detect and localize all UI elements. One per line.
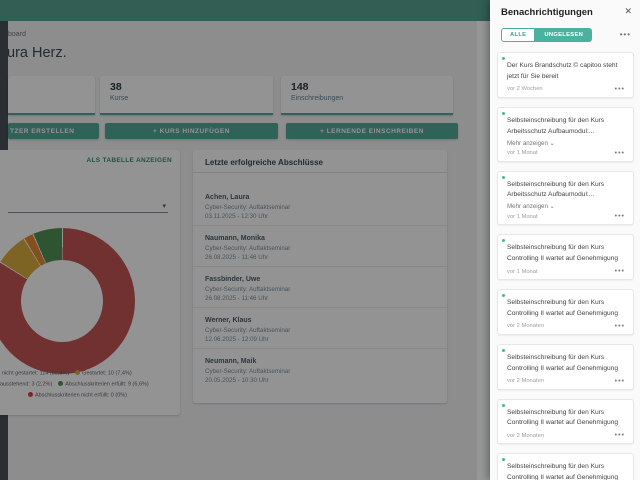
notification-more-options-icon[interactable]: ••• [615,268,625,275]
tab-all[interactable]: ALLE [501,28,535,42]
notification-more-options-icon[interactable]: ••• [615,323,625,330]
notification-list: Der Kurs Brandschutz © capitoo steht jet… [497,52,634,480]
notification-time: vor 1 Monat [507,269,538,275]
notification-more-options-icon[interactable]: ••• [615,432,625,439]
unread-dot [502,57,505,60]
show-more-link[interactable]: Mehr anzeigen ⌄ [507,203,625,210]
panel-title: Benachrichtigungen [501,7,593,18]
notification-filter-tabs: ALLE UNGELESEN [501,28,592,42]
notification-more-options-icon[interactable]: ••• [615,378,625,385]
close-icon[interactable]: ✕ [624,6,632,17]
notification-title: Selbsteinschreibung für den Kurs Arbeits… [507,180,625,202]
notification-time: vor 1 Monat [507,150,538,156]
notification-time: vor 2 Wochen [507,86,543,92]
notification-card[interactable]: Selbsteinschreibung für den Kurs Control… [497,289,634,335]
page-scrollbar[interactable] [477,21,490,480]
unread-dot [502,404,505,407]
screen: board ura Herz. 38 Kurse 148 Einschreibu… [0,0,640,480]
notification-title: Selbsteinschreibung für den Kurs Arbeits… [507,116,625,138]
notification-card[interactable]: Selbsteinschreibung für den Kurs Control… [497,344,634,390]
notification-time: vor 2 Monaten [507,323,544,329]
notification-card[interactable]: Selbsteinschreibung für den Kurs Control… [497,399,634,445]
notification-card[interactable]: Selbsteinschreibung für den Kurs Control… [497,453,634,480]
unread-dot [502,458,505,461]
notification-card[interactable]: Der Kurs Brandschutz © capitoo steht jet… [497,52,634,98]
notification-time: vor 2 Monaten [507,378,544,384]
show-more-link[interactable]: Mehr anzeigen ⌄ [507,140,625,147]
notification-time: vor 1 Monat [507,214,538,220]
notification-card[interactable]: Selbsteinschreibung für den Kurs Control… [497,234,634,280]
notification-more-options-icon[interactable]: ••• [615,86,625,93]
unread-dot [502,349,505,352]
notifications-panel: Benachrichtigungen ✕ ALLE UNGELESEN ••• … [490,0,640,480]
tab-unread[interactable]: UNGELESEN [535,28,592,42]
notification-card[interactable]: Selbsteinschreibung für den Kurs Arbeits… [497,107,634,162]
panel-more-options-icon[interactable]: ••• [620,30,631,39]
notification-title: Selbsteinschreibung für den Kurs Control… [507,298,625,320]
unread-dot [502,176,505,179]
unread-dot [502,239,505,242]
notification-title: Selbsteinschreibung für den Kurs Control… [507,353,625,375]
notification-title: Selbsteinschreibung für den Kurs Control… [507,462,625,480]
unread-dot [502,294,505,297]
overlay-scrim[interactable] [0,0,490,480]
notification-title: Der Kurs Brandschutz © capitoo steht jet… [507,61,625,83]
notification-more-options-icon[interactable]: ••• [615,213,625,220]
notification-title: Selbsteinschreibung für den Kurs Control… [507,243,625,265]
notification-more-options-icon[interactable]: ••• [615,150,625,157]
notification-title: Selbsteinschreibung für den Kurs Control… [507,408,625,430]
notification-card[interactable]: Selbsteinschreibung für den Kurs Arbeits… [497,171,634,226]
notification-time: vor 2 Monaten [507,433,544,439]
unread-dot [502,112,505,115]
